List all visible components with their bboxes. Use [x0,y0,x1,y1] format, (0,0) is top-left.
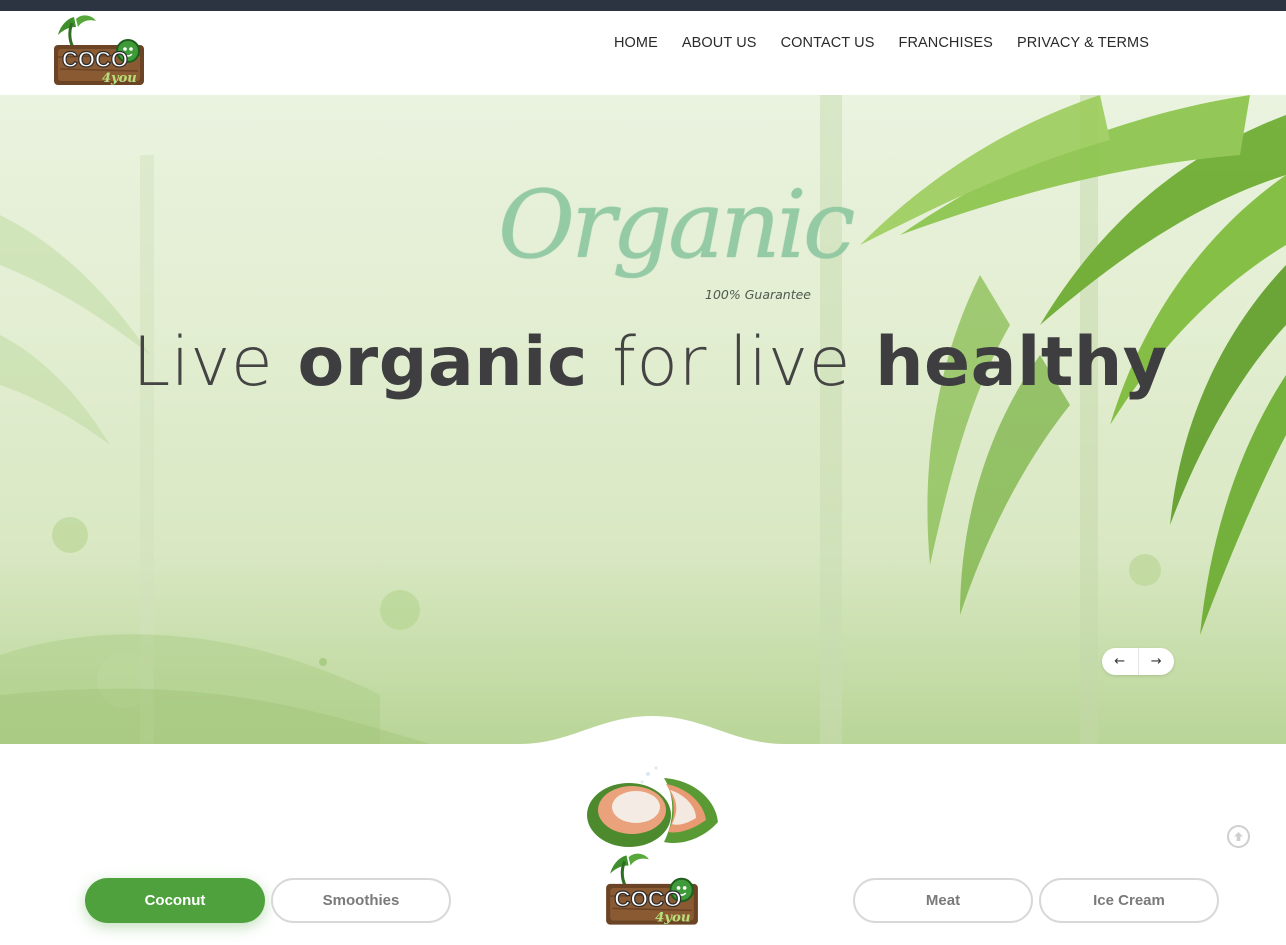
hero-slider: Organic 100% Guarantee Live organic for … [0,95,1286,744]
site-header: COCO 4you HOME ABOUT US CONTACT US FRANC… [0,11,1286,95]
footer-logo-brand-text: COCO [614,886,681,911]
hero-script-word: Organic [498,171,855,280]
coco-logo-icon: COCO 4you [606,853,698,926]
coconut-image [584,760,724,855]
top-bar [0,0,1286,11]
arrow-up-icon [1234,832,1243,841]
nav-home[interactable]: HOME [614,35,658,51]
nav-about-us[interactable]: ABOUT US [682,35,757,51]
site-logo[interactable]: COCO 4you [48,13,148,89]
nav-franchises[interactable]: FRANCHISES [898,35,992,51]
logo-brand-text: COCO [62,47,128,72]
nav-contact-us[interactable]: CONTACT US [781,35,875,51]
main-nav: HOME ABOUT US CONTACT US FRANCHISES PRIV… [614,35,1149,51]
headline-word-4: healthy [875,323,1168,402]
footer-logo[interactable]: COCO 4you [600,850,702,930]
hero-headline: Live organic for live healthy [0,329,1286,397]
coco-logo-icon: COCO 4you [54,15,144,86]
nav-privacy-terms[interactable]: PRIVACY & TERMS [1017,35,1149,51]
logo-sub-text: 4you [102,71,137,86]
category-smoothies-button[interactable]: Smoothies [271,878,451,923]
slider-prev-button[interactable]: ← [1102,648,1139,675]
headline-word-2: organic [297,323,588,402]
coconut-halves-icon [587,766,718,847]
headline-word-3: for live [611,323,851,402]
hero-wave-divider [0,716,1286,750]
category-meat-button[interactable]: Meat [853,878,1033,923]
category-ice-cream-button[interactable]: Ice Cream [1039,878,1219,923]
footer-logo-sub-text: 4you [655,911,690,926]
slider-next-button[interactable]: → [1139,648,1175,675]
category-coconut-button[interactable]: Coconut [85,878,265,923]
slider-controls: ← → [1102,648,1174,675]
hero-guarantee: 100% Guarantee [705,287,811,302]
headline-word-1: Live [132,323,274,402]
scroll-to-top-button[interactable] [1227,825,1250,848]
